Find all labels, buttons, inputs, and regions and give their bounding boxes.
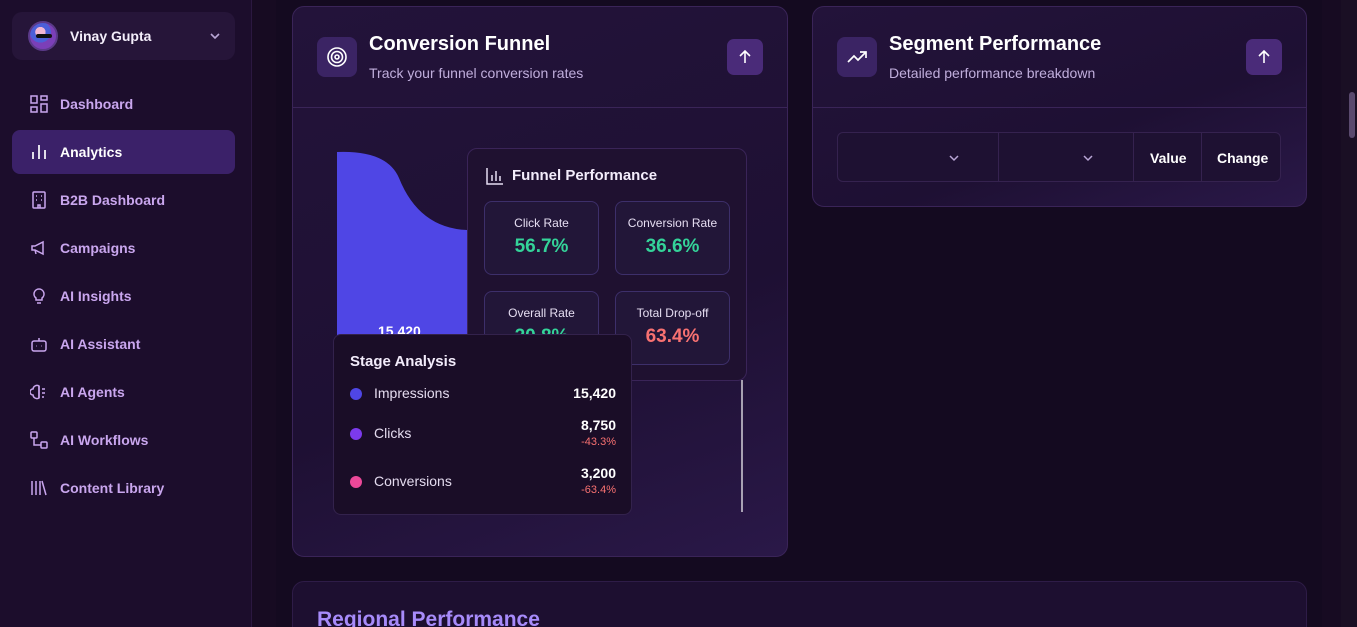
sidebar-item-analytics[interactable]: Analytics bbox=[12, 130, 235, 174]
legend-dot bbox=[350, 428, 362, 440]
trending-up-icon bbox=[837, 37, 877, 77]
sidebar-item-dashboard[interactable]: Dashboard bbox=[12, 82, 235, 126]
card-title: Regional Performance bbox=[317, 608, 540, 627]
lightbulb-icon bbox=[33, 288, 45, 304]
metric-click-rate: Click Rate 56.7% bbox=[484, 201, 599, 275]
bot-icon bbox=[31, 338, 47, 352]
sidebar-item-label: AI Agents bbox=[60, 384, 125, 400]
sidebar-nav: Dashboard Analytics B2B Dashboard Campai… bbox=[12, 82, 235, 514]
target-icon bbox=[317, 37, 357, 77]
stage-analysis-panel: Stage Analysis Impressions 15,420 Clicks… bbox=[333, 334, 632, 515]
sidebar-item-ai-assistant[interactable]: AI Assistant bbox=[12, 322, 235, 366]
sidebar-item-campaigns[interactable]: Campaigns bbox=[12, 226, 235, 270]
stage-change: -63.4% bbox=[581, 484, 616, 496]
export-button[interactable] bbox=[1246, 39, 1282, 75]
card-subtitle: Track your funnel conversion rates bbox=[369, 65, 584, 81]
card-header: Segment Performance Detailed performance… bbox=[813, 7, 1306, 108]
arrow-up-icon bbox=[1258, 49, 1270, 63]
building-icon bbox=[32, 191, 46, 209]
avatar bbox=[28, 21, 58, 51]
sidebar-item-label: Content Library bbox=[60, 480, 165, 496]
card-title: Conversion Funnel bbox=[369, 33, 551, 55]
stage-change: -43.3% bbox=[581, 436, 616, 448]
sidebar-item-label: Analytics bbox=[60, 144, 123, 160]
sidebar-item-label: B2B Dashboard bbox=[60, 192, 166, 208]
legend-dot bbox=[350, 388, 362, 400]
metric-label: Click Rate bbox=[514, 216, 569, 230]
sidebar-item-label: Dashboard bbox=[60, 96, 134, 112]
sidebar: Vinay Gupta Dashboard Analytics B2B Dash… bbox=[0, 0, 252, 627]
sidebar-item-b2b-dashboard[interactable]: B2B Dashboard bbox=[12, 178, 235, 222]
stage-name: Impressions bbox=[374, 385, 450, 401]
segment-table-header: Value Change bbox=[837, 132, 1281, 182]
sidebar-item-ai-workflows[interactable]: AI Workflows bbox=[12, 418, 235, 462]
chevron-down-icon bbox=[210, 33, 220, 40]
stage-row-clicks: Clicks 8,750 -43.3% bbox=[350, 417, 616, 457]
brain-icon bbox=[30, 384, 45, 400]
stage-row-conversions: Conversions 3,200 -63.4% bbox=[350, 465, 616, 505]
funnel-stage-impressions[interactable] bbox=[337, 151, 467, 335]
change-column-header[interactable]: Change bbox=[1202, 133, 1282, 181]
metric-column-select[interactable] bbox=[999, 133, 1134, 181]
regional-performance-card: Regional Performance bbox=[292, 581, 1307, 627]
metric-label: Conversion Rate bbox=[627, 216, 718, 230]
metric-value: 63.4% bbox=[645, 326, 700, 347]
funnel-performance-title: Funnel Performance bbox=[512, 167, 658, 184]
sidebar-item-label: Campaigns bbox=[60, 240, 136, 256]
metric-total-drop-off: Total Drop-off 63.4% bbox=[615, 291, 730, 365]
sidebar-item-ai-agents[interactable]: AI Agents bbox=[12, 370, 235, 414]
metric-value: 56.7% bbox=[514, 236, 569, 257]
chevron-down-icon bbox=[949, 155, 959, 162]
stage-value: 15,420 bbox=[573, 385, 616, 401]
sidebar-item-label: AI Insights bbox=[60, 288, 132, 304]
export-button[interactable] bbox=[727, 39, 763, 75]
value-column-header[interactable]: Value bbox=[1134, 133, 1202, 181]
column-label: Value bbox=[1150, 150, 1187, 166]
megaphone-icon bbox=[31, 240, 44, 256]
card-subtitle: Detailed performance breakdown bbox=[889, 65, 1096, 81]
user-menu[interactable]: Vinay Gupta bbox=[12, 12, 235, 60]
stage-value: 8,750 bbox=[580, 417, 616, 433]
bar-chart-icon bbox=[32, 145, 46, 159]
bar-chart-icon bbox=[486, 168, 503, 185]
sidebar-item-content-library[interactable]: Content Library bbox=[12, 466, 235, 510]
stage-name: Conversions bbox=[374, 473, 452, 489]
chevron-down-icon bbox=[1083, 155, 1093, 162]
segment-column-select[interactable] bbox=[838, 133, 999, 181]
library-icon bbox=[31, 480, 47, 496]
stage-name: Clicks bbox=[374, 425, 412, 441]
scrollbar-thumb[interactable] bbox=[1349, 92, 1355, 138]
workflow-icon bbox=[30, 431, 48, 449]
arrow-up-icon bbox=[739, 49, 751, 63]
metric-value: 36.6% bbox=[645, 236, 700, 257]
legend-dot bbox=[350, 476, 362, 488]
metric-label: Total Drop-off bbox=[636, 306, 709, 320]
metric-label: Overall Rate bbox=[508, 306, 575, 320]
user-name: Vinay Gupta bbox=[70, 28, 152, 44]
stage-analysis-title: Stage Analysis bbox=[350, 353, 457, 370]
grid-icon bbox=[30, 95, 48, 113]
stage-value: 3,200 bbox=[580, 465, 616, 481]
card-title: Segment Performance bbox=[889, 33, 1102, 55]
sidebar-item-label: AI Workflows bbox=[60, 432, 149, 448]
sidebar-item-ai-insights[interactable]: AI Insights bbox=[12, 274, 235, 318]
card-header: Conversion Funnel Track your funnel conv… bbox=[293, 7, 787, 108]
column-label: Change bbox=[1217, 150, 1269, 166]
metric-conversion-rate: Conversion Rate 36.6% bbox=[615, 201, 730, 275]
sidebar-item-label: AI Assistant bbox=[60, 336, 141, 352]
